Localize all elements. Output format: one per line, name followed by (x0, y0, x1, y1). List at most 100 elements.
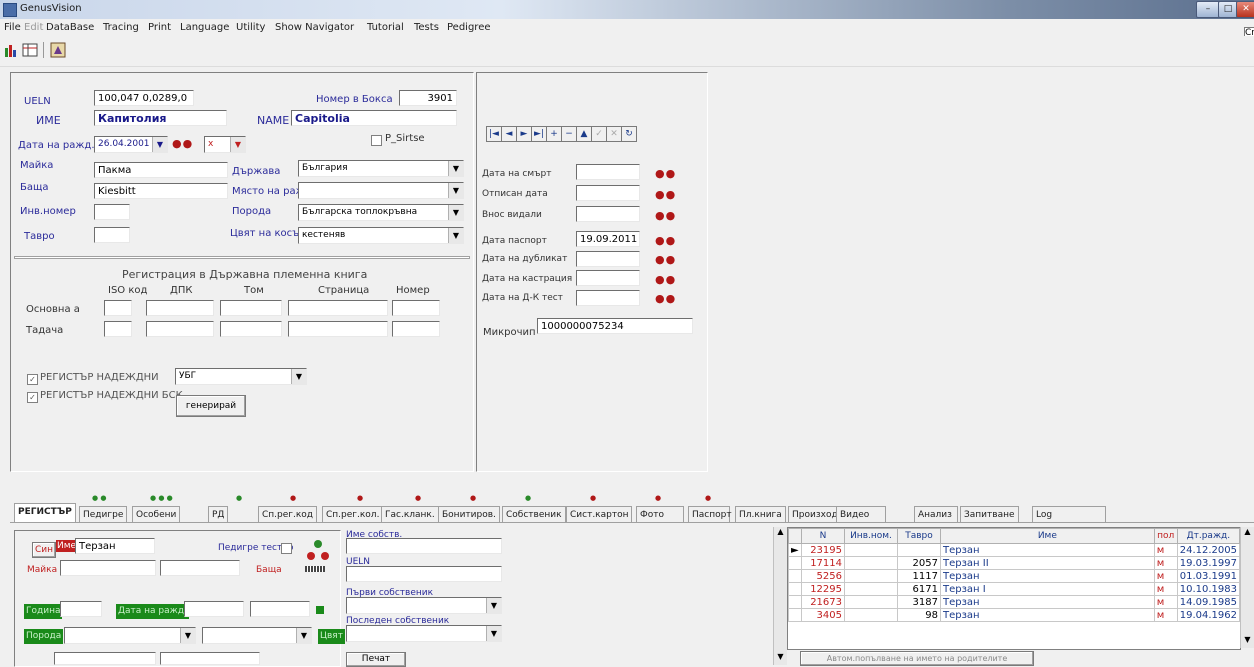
breed-select[interactable]: Българска топлокръвна ▼ (298, 204, 464, 221)
pedigree-icon[interactable] (50, 42, 66, 58)
breed-search-select[interactable]: ▼ (64, 627, 196, 644)
reg-main-tom[interactable] (220, 300, 282, 316)
tab-video[interactable]: Видео (836, 506, 886, 523)
table-row[interactable]: ► 23195 Терзан м 24.12.2005 (788, 543, 1241, 557)
dna-test-date-field[interactable] (576, 290, 640, 306)
col-name[interactable]: Име (940, 528, 1155, 544)
father-field[interactable]: Kiesbitt (94, 183, 228, 199)
table-row[interactable]: 17114 2057 Терзан II м 19.03.1997 (788, 556, 1241, 570)
close-button[interactable]: ✕ (1236, 1, 1254, 18)
col-n[interactable]: N (801, 528, 845, 544)
name-field[interactable]: Капитолия (94, 110, 227, 126)
tab-passport[interactable]: Паспорт (688, 506, 732, 523)
menu-tracing[interactable]: Tracing (103, 22, 139, 33)
ueln-field[interactable]: 100,047 0,0289,0 (94, 90, 194, 106)
chevron-down-icon[interactable]: ▼ (486, 626, 501, 641)
chevron-down-icon[interactable]: ▼ (448, 183, 463, 198)
chevron-down-icon[interactable]: ▼ (448, 205, 463, 220)
bottom-ueln-field[interactable] (346, 566, 502, 582)
import-date-field[interactable] (576, 206, 640, 222)
nav-last-button[interactable]: ►| (531, 126, 547, 142)
vertical-scrollbar[interactable]: ▲ ▼ (773, 527, 787, 665)
birthdate-search-field-2[interactable] (250, 601, 310, 617)
scroll-up-icon[interactable]: ▲ (774, 527, 787, 540)
tab-sp-reg-code[interactable]: Сп.рег.код (258, 506, 318, 523)
tab-system-card[interactable]: Сист.картон (566, 506, 633, 523)
country-select[interactable]: България ▼ (298, 160, 464, 177)
col-inv-number[interactable]: Инв.ном. (844, 528, 898, 544)
col-tavro[interactable]: Тавро (897, 528, 941, 544)
chevron-down-icon[interactable]: ▼ (152, 137, 167, 152)
box-number-field[interactable]: 3901 (399, 90, 457, 106)
menu-print[interactable]: Print (148, 22, 171, 33)
duplicate-date-field[interactable] (576, 251, 640, 267)
reg-checkbox-1[interactable]: ✓ (27, 374, 38, 385)
death-date-field[interactable] (576, 164, 640, 180)
chevron-down-icon[interactable]: ▼ (448, 161, 463, 176)
reg-main-page[interactable] (288, 300, 388, 316)
tab-rd[interactable]: РД (208, 506, 229, 523)
nav-insert-button[interactable]: + (546, 126, 562, 142)
menu-tests[interactable]: Tests (414, 22, 439, 33)
chevron-down-icon[interactable]: ▼ (486, 598, 501, 613)
tab-pedigree[interactable]: Педигре (79, 506, 128, 523)
nav-next-button[interactable]: ► (516, 126, 532, 142)
reg-main-iso[interactable] (104, 300, 132, 316)
nav-prev-button[interactable]: ◄ (501, 126, 517, 142)
grid-scrollbar[interactable]: ▲ ▼ (1240, 527, 1254, 648)
menu-language[interactable]: Language (180, 22, 229, 33)
reg-other-dpk[interactable] (146, 321, 214, 337)
tab-studbook[interactable]: Пл.книга (735, 506, 786, 523)
tab-owner[interactable]: Собственик (502, 506, 566, 523)
tab-register[interactable]: РЕГИСТЪР (14, 503, 76, 523)
menu-edit[interactable]: Edit (24, 22, 43, 33)
offlist-date-field[interactable] (576, 185, 640, 201)
chart-icon[interactable] (4, 42, 20, 58)
minimize-button[interactable]: – (1196, 1, 1220, 18)
microchip-field[interactable]: 1000000075234 (537, 318, 693, 334)
psirtse-checkbox[interactable] (371, 135, 382, 146)
inv-number-field[interactable] (94, 204, 130, 220)
menu-pedigree[interactable]: Pedigree (447, 22, 491, 33)
menu-show-navigator[interactable]: Show Navigator (275, 22, 354, 33)
last-owner-select[interactable]: ▼ (346, 625, 502, 642)
name-search-field[interactable]: Терзан (75, 538, 155, 554)
menu-tutorial[interactable]: Tutorial (367, 22, 404, 33)
pedigree-tree-icon[interactable] (305, 538, 331, 564)
nav-post-button[interactable]: ✓ (591, 126, 607, 142)
table-icon[interactable] (22, 42, 38, 58)
chevron-down-icon[interactable]: ▼ (180, 628, 195, 643)
table-row[interactable]: 5256 1117 Терзан м 01.03.1991 (788, 569, 1241, 583)
scroll-down-icon[interactable]: ▼ (1241, 635, 1254, 648)
first-owner-select[interactable]: ▼ (346, 597, 502, 614)
tab-gas-clank[interactable]: Гас.кланк. (381, 506, 439, 523)
nav-edit-button[interactable]: ▲ (576, 126, 592, 142)
mother-field[interactable]: Пакма (94, 162, 228, 178)
birthdate-search-field[interactable] (184, 601, 244, 617)
chevron-down-icon[interactable]: ▼ (230, 137, 245, 152)
table-row[interactable]: 21673 3187 Терзан м 14.09.1985 (788, 595, 1241, 609)
reg-other-iso[interactable] (104, 321, 132, 337)
color-select[interactable]: кестеняв ▼ (298, 227, 464, 244)
breed-search-select-2[interactable]: ▼ (202, 627, 312, 644)
reg-other-tom[interactable] (220, 321, 282, 337)
castration-date-field[interactable] (576, 270, 640, 286)
reg-checkbox-2[interactable]: ✓ (27, 392, 38, 403)
table-row[interactable]: 3405 98 Терзан м 19.04.1962 (788, 608, 1241, 622)
menu-utility[interactable]: Utility (236, 22, 265, 33)
chevron-down-icon[interactable]: ▼ (448, 228, 463, 243)
mother-search-field[interactable] (60, 560, 156, 576)
menu-database[interactable]: DataBase (46, 22, 94, 33)
maximize-button[interactable]: □ (1218, 1, 1238, 18)
reg-main-number[interactable] (392, 300, 440, 316)
tab-special[interactable]: Особени (132, 506, 181, 523)
autofill-parents-button[interactable]: Автом.попълване на името на родителите (800, 651, 1034, 666)
year-search-field[interactable] (60, 601, 102, 617)
chevron-down-icon[interactable]: ▼ (296, 628, 311, 643)
scroll-down-icon[interactable]: ▼ (774, 652, 787, 665)
reg-checkbox-1-select[interactable]: УБГ ▼ (175, 368, 307, 385)
tab-query[interactable]: Запитване (960, 506, 1019, 523)
name-en-field[interactable]: Capitolia (291, 110, 457, 126)
tab-origin[interactable]: Произход (788, 506, 842, 523)
mother-extra-field[interactable] (160, 560, 240, 576)
